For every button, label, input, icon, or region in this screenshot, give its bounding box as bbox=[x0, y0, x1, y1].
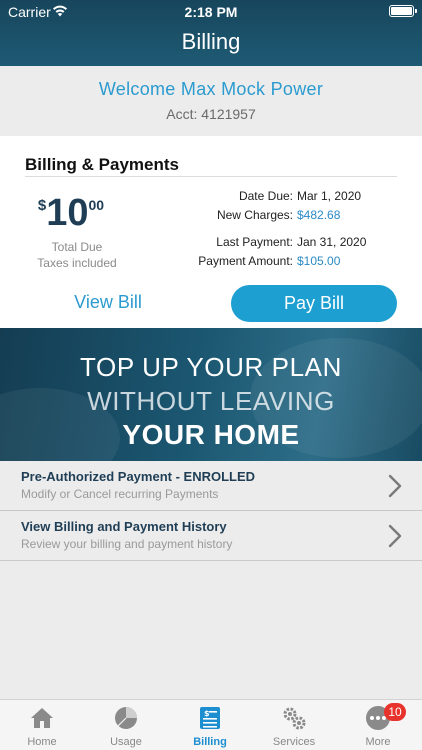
tab-bar: Home Usage $ Billing Services 10 More bbox=[0, 699, 422, 750]
status-bar: Carrier 2:18 PM bbox=[0, 0, 422, 22]
taxes-label: Taxes included bbox=[37, 256, 117, 270]
list-item-billing-history[interactable]: View Billing and Payment History Review … bbox=[0, 511, 422, 561]
tab-usage[interactable]: Usage bbox=[84, 700, 168, 750]
date-due-label: Date Due: bbox=[238, 189, 293, 203]
tab-label: Usage bbox=[110, 736, 142, 748]
tab-label: Home bbox=[27, 736, 57, 748]
banner-line-3: YOUR HOME bbox=[122, 419, 300, 450]
bill-icon: $ bbox=[200, 707, 220, 729]
amount-cents: 00 bbox=[88, 197, 105, 213]
tab-label: Billing bbox=[193, 736, 227, 748]
gears-icon bbox=[283, 707, 306, 730]
app-header: Carrier 2:18 PM Billing bbox=[0, 0, 422, 66]
new-charges-label: New Charges: bbox=[216, 208, 293, 222]
chevron-right-icon bbox=[388, 524, 402, 548]
last-payment-value: Jan 31, 2020 bbox=[297, 235, 367, 249]
list-item-title: View Billing and Payment History bbox=[21, 519, 227, 534]
banner-line-2: WITHOUT LEAVING bbox=[87, 386, 335, 416]
total-due-caption: Total Due Taxes included bbox=[0, 239, 154, 271]
notification-badge: 10 bbox=[384, 703, 406, 721]
divider bbox=[25, 176, 397, 177]
home-icon bbox=[31, 708, 53, 728]
currency-symbol: $ bbox=[37, 197, 47, 214]
page-title: Billing bbox=[181, 29, 241, 54]
tab-billing[interactable]: $ Billing bbox=[168, 700, 252, 750]
payment-amount-label: Payment Amount: bbox=[198, 254, 293, 268]
tab-label: More bbox=[365, 736, 391, 748]
welcome-section: Welcome Max Mock Power Acct: 4121957 bbox=[0, 66, 422, 136]
billing-section-title: Billing & Payments bbox=[25, 155, 179, 174]
tab-more[interactable]: 10 More bbox=[336, 700, 420, 750]
account-number: Acct: 4121957 bbox=[166, 106, 256, 122]
pie-chart-icon bbox=[115, 707, 137, 729]
svg-text:$: $ bbox=[204, 709, 210, 718]
new-charges-value: $482.68 bbox=[297, 208, 341, 222]
list-item-subtitle: Review your billing and payment history bbox=[21, 537, 233, 551]
tab-label: Services bbox=[272, 736, 316, 748]
promo-banner[interactable]: TOP UP YOUR PLAN WITHOUT LEAVING YOUR HO… bbox=[0, 328, 422, 461]
list-item-title: Pre-Authorized Payment - ENROLLED bbox=[21, 469, 256, 484]
last-payment-label: Last Payment: bbox=[216, 235, 293, 249]
battery-icon bbox=[389, 5, 417, 17]
tab-home[interactable]: Home bbox=[0, 700, 84, 750]
payment-amount-value: $105.00 bbox=[297, 254, 341, 268]
date-due-value: Mar 1, 2020 bbox=[297, 189, 362, 203]
list-item-subtitle: Modify or Cancel recurring Payments bbox=[21, 487, 219, 501]
list-item-preauthorized-payment[interactable]: Pre-Authorized Payment - ENROLLED Modify… bbox=[0, 461, 422, 511]
billing-card: Billing & Payments $1000 Total Due Taxes… bbox=[0, 136, 422, 328]
clock: 2:18 PM bbox=[184, 4, 238, 20]
view-bill-button[interactable]: View Bill bbox=[58, 292, 158, 313]
welcome-name: Welcome Max Mock Power bbox=[98, 79, 324, 99]
pay-bill-button[interactable]: Pay Bill bbox=[231, 285, 397, 322]
tab-services[interactable]: Services bbox=[252, 700, 336, 750]
banner-line-1: TOP UP YOUR PLAN bbox=[80, 352, 342, 382]
amount-dollars: 10 bbox=[46, 192, 89, 234]
chevron-right-icon bbox=[388, 474, 402, 498]
total-due-amount: $1000 bbox=[0, 193, 142, 233]
total-due-label: Total Due bbox=[51, 240, 103, 254]
